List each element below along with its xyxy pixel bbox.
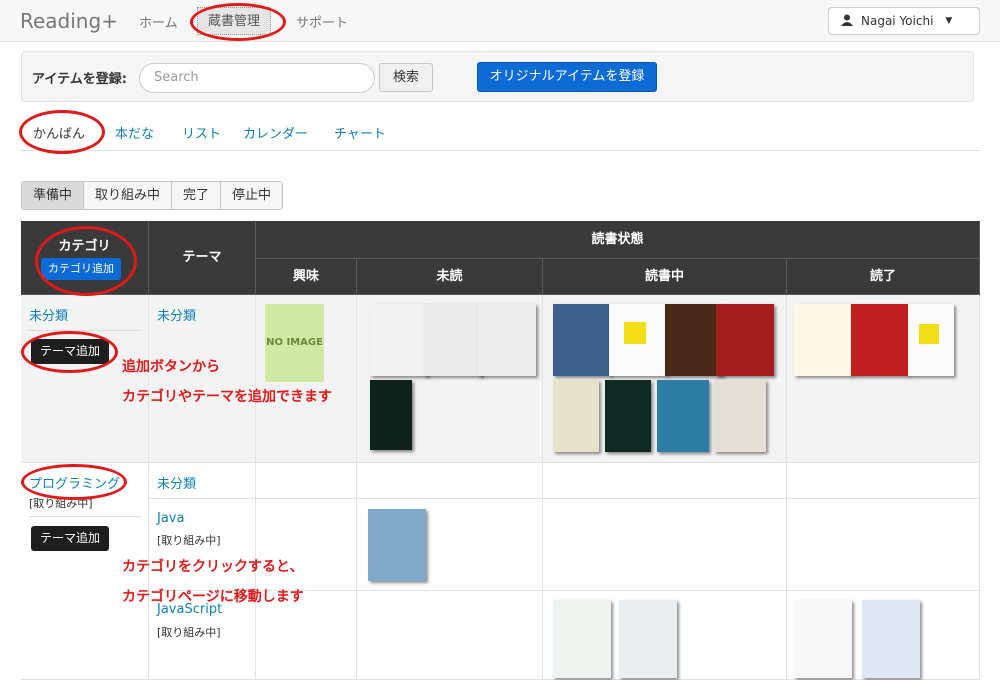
book-cover[interactable] <box>553 600 611 678</box>
user-icon <box>841 14 853 29</box>
register-label: アイテムを登録: <box>32 72 127 87</box>
nav-home[interactable]: ホーム <box>139 12 178 31</box>
divider <box>29 330 141 331</box>
register-original-button[interactable]: オリジナルアイテムを登録 <box>477 62 657 92</box>
highlight-ring <box>190 3 286 41</box>
caret-down-icon: ▼ <box>945 16 953 26</box>
book-cover[interactable] <box>605 380 651 452</box>
col-finished: 読了 <box>787 259 980 295</box>
annotation-text: カテゴリやテーマを追加できます <box>122 389 332 405</box>
tab-bookshelf[interactable]: 本だな <box>115 123 154 142</box>
book-cover-mark <box>624 322 646 344</box>
search-button[interactable]: 検索 <box>379 63 433 92</box>
col-unread: 未読 <box>357 259 543 295</box>
annotation-text: カテゴリページに移動します <box>122 589 304 605</box>
theme-link-uncategorized[interactable]: 未分類 <box>157 305 196 324</box>
status-done-button[interactable]: 完了 <box>172 182 222 209</box>
top-navbar: Reading+ ホーム 蔵書管理 サポート Nagai Yoichi ▼ <box>0 0 1000 42</box>
book-cover[interactable] <box>370 304 428 376</box>
brand-logo[interactable]: Reading+ <box>20 9 118 33</box>
unread-cell <box>357 463 543 499</box>
annotation-text: 追加ボタンから <box>122 359 220 375</box>
unread-cell <box>357 591 543 680</box>
book-cover[interactable] <box>665 304 723 376</box>
book-cover[interactable] <box>478 304 536 376</box>
divider <box>29 516 141 517</box>
interest-cell <box>256 499 357 591</box>
tab-chart[interactable]: チャート <box>334 123 386 142</box>
theme-status: [取り組み中] <box>157 534 221 547</box>
tab-list[interactable]: リスト <box>182 123 221 142</box>
col-interest: 興味 <box>256 259 357 295</box>
book-cover[interactable] <box>424 304 482 376</box>
reading-cell <box>543 499 787 591</box>
reading-status-header: 読書状態 <box>256 221 980 259</box>
book-cover[interactable] <box>794 600 852 678</box>
theme-link-java[interactable]: Java <box>157 511 184 526</box>
status-preparing-button[interactable]: 準備中 <box>22 182 85 209</box>
tab-calendar[interactable]: カレンダー <box>243 123 308 142</box>
book-cover[interactable] <box>368 509 426 581</box>
book-cover[interactable] <box>370 380 412 450</box>
nav-support[interactable]: サポート <box>296 12 348 31</box>
reading-cell <box>543 463 787 499</box>
user-name: Nagai Yoichi <box>861 14 934 28</box>
book-cover[interactable] <box>553 380 599 452</box>
status-filter-group: 準備中 取り組み中 完了 停止中 <box>21 181 284 210</box>
user-menu-button[interactable]: Nagai Yoichi ▼ <box>828 7 980 35</box>
book-cover[interactable] <box>794 304 852 376</box>
interest-cell <box>256 463 357 499</box>
search-input[interactable]: Search <box>139 63 375 93</box>
status-stopped-button[interactable]: 停止中 <box>221 182 283 209</box>
highlight-ring <box>21 331 118 373</box>
theme-status: [取り組み中] <box>157 626 221 639</box>
book-cover[interactable] <box>851 304 909 376</box>
book-cover[interactable] <box>862 600 920 678</box>
col-reading: 読書中 <box>543 259 787 295</box>
book-cover[interactable] <box>714 380 766 452</box>
highlight-ring <box>35 226 137 296</box>
finished-cell <box>787 499 980 591</box>
book-cover[interactable] <box>716 304 774 376</box>
finished-cell <box>787 463 980 499</box>
category-link-uncategorized[interactable]: 未分類 <box>29 305 68 324</box>
highlight-ring <box>21 464 127 500</box>
theme-header: テーマ <box>149 221 256 295</box>
add-theme-button[interactable]: テーマ追加 <box>31 526 110 551</box>
book-cover-mark <box>919 324 939 344</box>
no-image-cover[interactable]: NO IMAGE <box>265 304 324 382</box>
theme-link-uncategorized[interactable]: 未分類 <box>157 473 196 492</box>
status-in-progress-button[interactable]: 取り組み中 <box>84 182 173 209</box>
register-item-panel: アイテムを登録: Search 検索 オリジナルアイテムを登録 <box>21 51 974 102</box>
annotation-text: カテゴリをクリックすると、 <box>122 559 304 575</box>
book-cover[interactable] <box>657 380 709 452</box>
tab-divider <box>21 150 980 151</box>
book-cover[interactable] <box>553 304 611 376</box>
book-cover[interactable] <box>619 600 677 678</box>
highlight-ring <box>19 110 105 154</box>
